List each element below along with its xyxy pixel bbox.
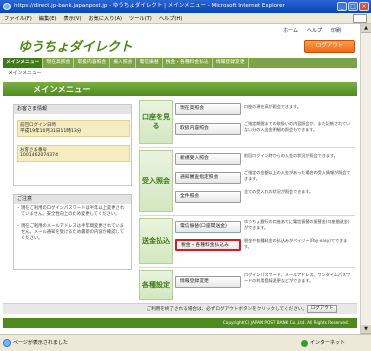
section-payments: 送金払込 <box>139 218 173 264</box>
window-titlebar: https://direct.jp-bank.japanpost.jp - ゆう… <box>0 0 371 13</box>
menu-help[interactable]: ヘルプ(H) <box>159 15 183 22</box>
section-deposits: 受入照会 <box>139 150 173 212</box>
section-account: 口座を見る <box>139 100 173 144</box>
help-link[interactable]: ヘルプ <box>307 27 322 34</box>
menubar: ファイル(F) 編集(E) 表示(V) お気に入り(A) ツール(T) ヘルプ(… <box>0 13 371 24</box>
window-title: https://direct.jp-bank.japanpost.jp - ゆう… <box>14 3 285 9</box>
close-button[interactable]: × <box>359 2 369 11</box>
menu-view[interactable]: 表示(V) <box>64 15 82 22</box>
balance-inquiry-button[interactable]: 現在高照会 <box>175 103 241 115</box>
header-links: ホーム ヘルプ 印刷 <box>283 27 341 34</box>
customer-info-panel: お客さま情報 前回ログイン日時 平成19年10月31日11時13分 お客さま番号… <box>13 104 132 186</box>
account-value: 1001462074374 <box>20 153 58 158</box>
all-deposit-desc: 全ての受入れの状況が照会できます。 <box>244 189 314 194</box>
tab-main-menu[interactable]: メインメニュー <box>3 58 44 68</box>
ie-icon <box>3 3 11 10</box>
logout-button-top[interactable]: ログアウト <box>304 40 355 53</box>
customer-info-heading: お客さま情報 <box>14 105 131 114</box>
info-change-button[interactable]: 情報登録変更 <box>175 276 241 288</box>
print-link[interactable]: 印刷 <box>331 27 341 34</box>
last-login-box: 前回ログイン日時 平成19年10月31日11時13分 <box>17 120 130 137</box>
wire-transfer-button[interactable]: 電信振替(口座間送金) <box>175 221 241 233</box>
main-nav: メインメニュー 現在高照会 取扱内容照会 振入照会 電信振替 税金・各種料金払込… <box>3 58 357 68</box>
notify-deposit-button[interactable]: 通知審査指定照会 <box>175 172 241 184</box>
section-divider <box>139 267 355 268</box>
menu-tools[interactable]: ツール(T) <box>129 15 152 22</box>
tax-payment-desc: 税金や各種料金の払込みがペイジー(Pay-easy)でできます。 <box>244 238 348 249</box>
tax-payment-button[interactable]: 税金・各種料金払込み <box>175 239 241 251</box>
notice-item: 現在ご利用のメールアドレスは半年間変更されていません。メール通知を受けるため最新… <box>14 222 131 242</box>
tab-history[interactable]: 取扱内容照会 <box>74 58 111 68</box>
page-status-icon <box>3 339 11 347</box>
menu-favorites[interactable]: お気に入り(A) <box>88 15 122 22</box>
menu-file[interactable]: ファイル(F) <box>4 15 32 22</box>
internet-zone-icon <box>301 340 308 347</box>
tab-deposits[interactable]: 振入照会 <box>110 58 137 68</box>
tab-balance[interactable]: 現在高照会 <box>43 58 75 68</box>
zone-label: インターネット <box>310 340 346 346</box>
vertical-scrollbar[interactable]: ▲ ▼ <box>360 24 371 334</box>
scroll-up-icon[interactable]: ▲ <box>361 24 371 33</box>
account-box: お客さま番号 1001462074374 <box>17 145 130 162</box>
all-deposit-button[interactable]: 全件照会 <box>175 191 241 203</box>
home-link[interactable]: ホーム <box>283 27 298 34</box>
status-bar: ページが表示されました インターネット <box>0 334 371 351</box>
menu-edit[interactable]: 編集(E) <box>39 15 57 22</box>
section-divider <box>139 147 355 148</box>
notify-deposit-desc: ご指定の金額以上の入金があった場合の受入情報が照会できます。 <box>244 170 351 181</box>
minimize-button[interactable]: _ <box>337 2 347 11</box>
notice-panel: ご注意 現在ご利用のログインパスワードは半年以上変更されていません。安全性向上の… <box>13 194 132 270</box>
section-settings: 各種設定 <box>139 270 173 300</box>
page-title: メインメニュー <box>33 85 91 94</box>
scroll-down-icon[interactable]: ▼ <box>361 325 371 334</box>
section-divider <box>139 215 355 216</box>
notice-heading: ご注意 <box>14 195 131 204</box>
history-inquiry-button[interactable]: 取扱内容照会 <box>175 123 241 135</box>
info-change-desc: ログインパスワード、メールアドレス、ワンタイムパスワードの利用登録変更などができ… <box>244 272 351 283</box>
wire-transfer-desc: ゆうちょ銀行の口座あてに電信振替の振替金(口座間送金)ができます。 <box>244 219 350 230</box>
breadcrumb: メインメニュー <box>8 71 42 76</box>
copyright: Copyright(C) JAPAN POST BANK Co.,Ltd. Al… <box>3 318 357 328</box>
history-inquiry-desc: ご指定期間までの取扱いの内容照会が、また記帳されていない分の入出金明細の照会もで… <box>244 121 351 132</box>
tab-settings[interactable]: 情報登録変更 <box>213 58 249 68</box>
maximize-button[interactable]: □ <box>348 2 358 11</box>
site-logo[interactable]: ゆうちょダイレクト <box>18 36 133 55</box>
notice-item: 現在ご利用のログインパスワードは半年以上変更されていません。安全性向上のため変更… <box>14 204 131 218</box>
new-deposit-desc: 前回ログイン時からの入金の状況が照会できます。 <box>244 153 338 158</box>
last-login-label: 前回ログイン日時 <box>20 123 56 128</box>
tab-payments[interactable]: 税金・各種料金払込 <box>163 58 213 68</box>
tab-transfer[interactable]: 電信振替 <box>136 58 163 68</box>
last-login-value: 平成19年10月31日11時13分 <box>20 129 82 134</box>
account-label: お客さま番号 <box>20 148 47 153</box>
status-text: ページが表示されました <box>13 340 68 346</box>
balance-inquiry-desc: 口座の現在高が照会できます。 <box>244 104 301 109</box>
windows-flag-icon <box>353 14 367 23</box>
new-deposit-button[interactable]: 新規受入照会 <box>175 153 241 165</box>
footer-bar: ご利用を終了される場合は、必ずログアウトボタンをクリックしてください。 <box>3 303 357 314</box>
logout-button-bottom[interactable]: ログアウト <box>307 305 337 313</box>
